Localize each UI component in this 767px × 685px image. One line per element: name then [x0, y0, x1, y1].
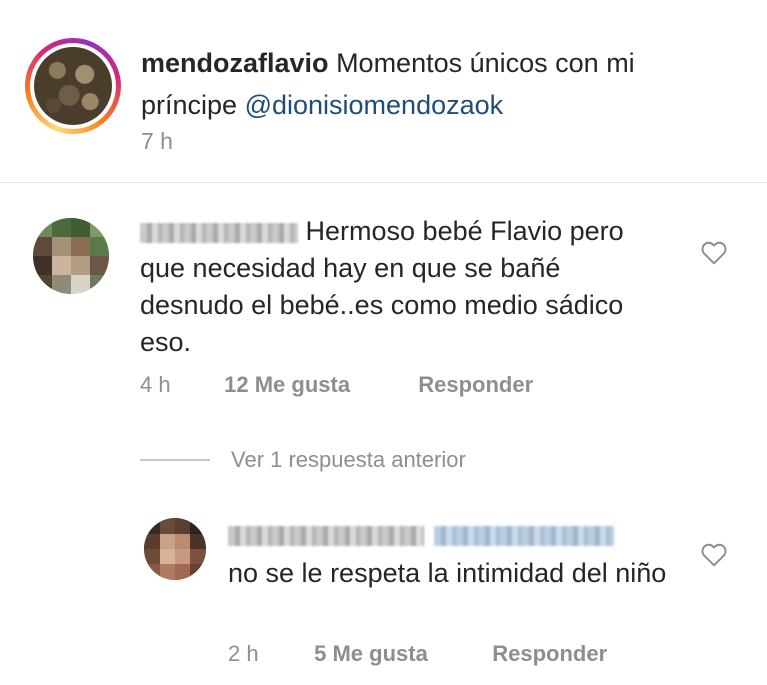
caption-timestamp: 7 h	[141, 128, 173, 154]
comment-timestamp: 4 h	[140, 372, 171, 397]
reply-header	[228, 526, 615, 552]
comment-text-block: Hermoso bebé Flavio pero que necesidad h…	[140, 213, 660, 361]
caption-mention[interactable]: @dionisiomendozaok	[245, 90, 504, 120]
pixelated-avatar	[33, 218, 109, 294]
reply-body: no se le respeta la intimidad del niño	[228, 558, 667, 588]
blurred-username[interactable]	[140, 222, 298, 243]
caption-avatar[interactable]	[34, 47, 112, 125]
comment-likes[interactable]: 12 Me gusta	[224, 372, 412, 398]
divider	[0, 182, 767, 183]
heart-outline-icon[interactable]	[701, 241, 727, 265]
heart-outline-icon[interactable]	[701, 543, 727, 567]
caption-username[interactable]: mendozaflavio	[141, 48, 329, 78]
replies-divider-line	[140, 459, 210, 461]
reply-avatar[interactable]	[144, 518, 206, 580]
view-previous-replies[interactable]: Ver 1 respuesta anterior	[231, 447, 466, 473]
comment-avatar[interactable]	[33, 218, 109, 294]
reply-reply-button[interactable]: Responder	[492, 641, 607, 667]
reply-meta: 2 h 5 Me gusta Responder	[228, 641, 607, 667]
caption-text: mendozaflavio Momentos únicos con mi prí…	[141, 42, 721, 126]
comment-reply-button[interactable]: Responder	[418, 372, 533, 398]
blurred-mention[interactable]	[434, 526, 615, 546]
reply-likes[interactable]: 5 Me gusta	[314, 641, 486, 667]
pixelated-avatar	[144, 518, 206, 580]
blurred-username[interactable]	[228, 526, 424, 546]
comment-meta: 4 h 12 Me gusta Responder	[140, 372, 533, 398]
reply-timestamp: 2 h	[228, 641, 259, 666]
